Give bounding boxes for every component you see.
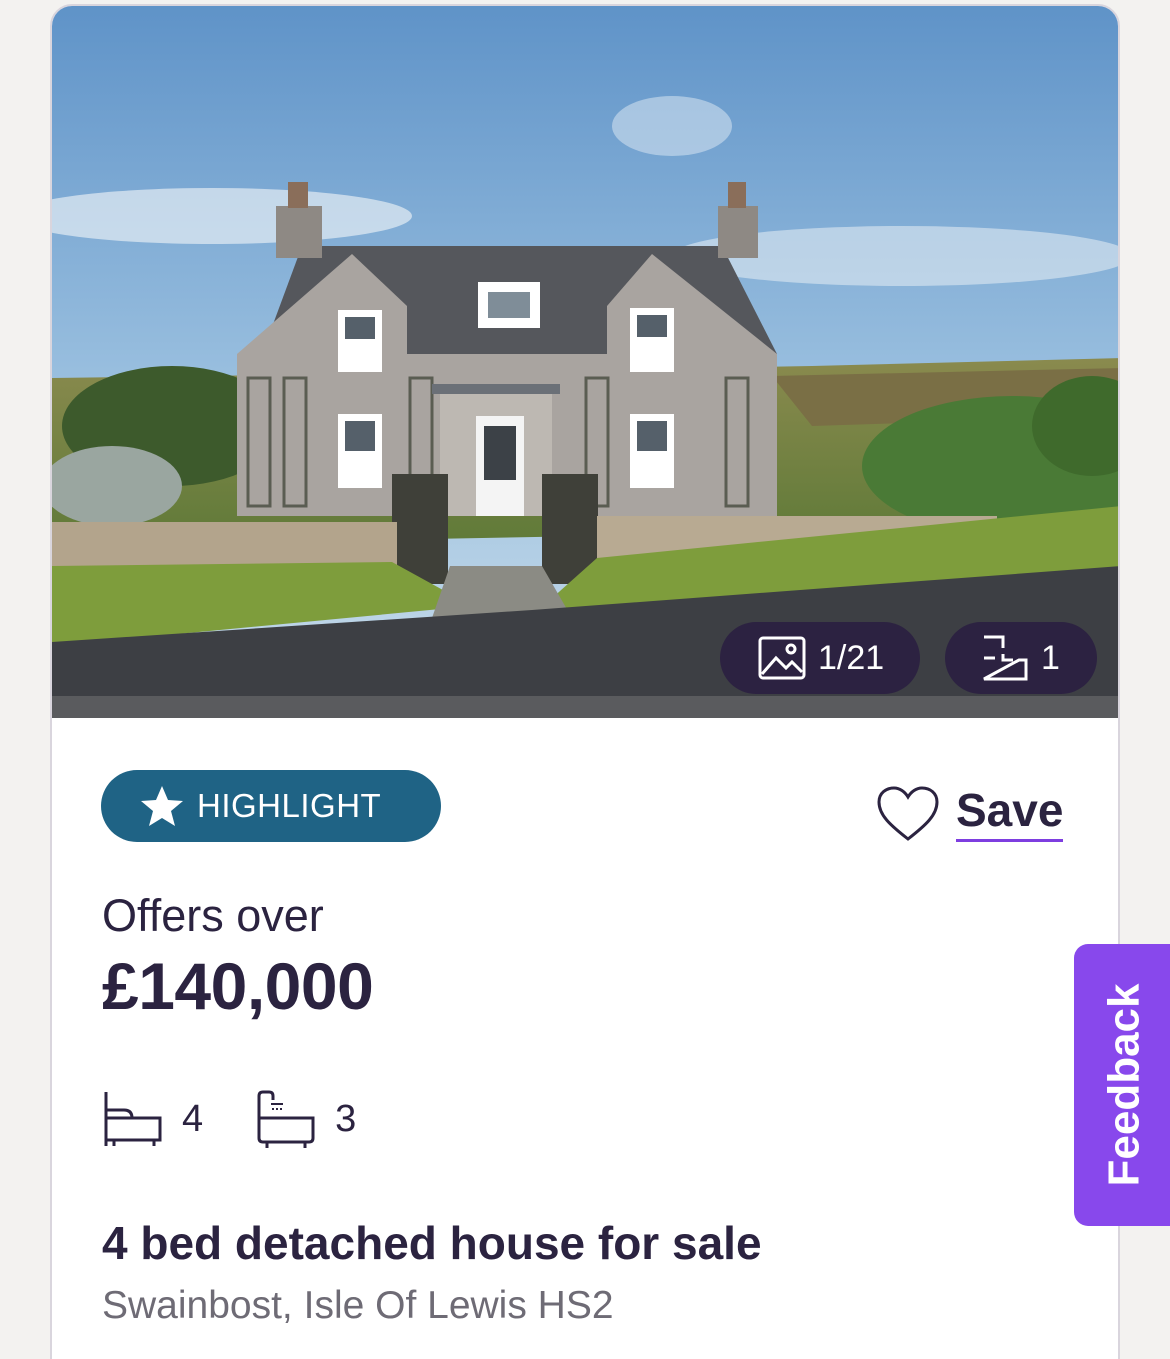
bathrooms-count: 3	[335, 1097, 357, 1140]
save-label: Save	[956, 787, 1064, 842]
floorplan-count-text: 1	[1041, 638, 1060, 677]
property-photo[interactable]: 1/21 1	[52, 6, 1118, 718]
image-counter-badge[interactable]: 1/21	[720, 622, 920, 694]
bath-icon	[257, 1090, 315, 1148]
property-card[interactable]: 1/21 1 HIGHLIGHT Save Offers over £140,0…	[50, 4, 1120, 1359]
bed-icon	[104, 1092, 162, 1146]
heart-icon	[877, 786, 939, 841]
star-icon	[141, 786, 183, 826]
save-button[interactable]: Save	[876, 774, 1064, 854]
price-qualifier: Offers over	[102, 890, 324, 941]
floorplan-badge[interactable]: 1	[945, 622, 1097, 694]
bathrooms-feature: 3	[255, 1088, 356, 1150]
property-features: 4 3	[102, 1088, 408, 1150]
house-photo-illustration	[52, 6, 1118, 718]
floorplan-icon	[983, 635, 1028, 681]
bedrooms-feature: 4	[102, 1088, 203, 1150]
price: £140,000	[102, 949, 374, 1023]
bedrooms-count: 4	[182, 1097, 204, 1140]
listing-title[interactable]: 4 bed detached house for sale	[102, 1216, 762, 1270]
image-icon	[758, 636, 806, 680]
feedback-label: Feedback	[1099, 983, 1149, 1187]
image-counter-text: 1/21	[818, 638, 885, 677]
listing-address: Swainbost, Isle Of Lewis HS2	[102, 1284, 614, 1327]
feedback-tab[interactable]: Feedback	[1074, 944, 1170, 1226]
highlight-badge: HIGHLIGHT	[101, 770, 441, 842]
highlight-label: HIGHLIGHT	[197, 787, 382, 824]
